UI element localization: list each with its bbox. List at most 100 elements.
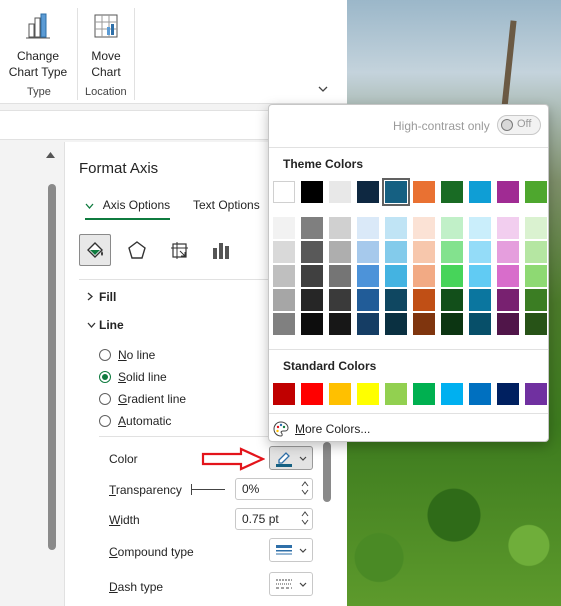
theme-shade-swatch[interactable]	[329, 289, 351, 311]
theme-shade-swatch[interactable]	[441, 265, 463, 287]
theme-color-swatch[interactable]	[469, 181, 491, 203]
theme-shade-swatch[interactable]	[273, 265, 295, 287]
theme-shade-swatch[interactable]	[301, 289, 323, 311]
theme-shade-swatch[interactable]	[497, 265, 519, 287]
move-chart-button[interactable]: Move Chart	[84, 12, 128, 80]
theme-shade-swatch[interactable]	[469, 217, 491, 239]
spin-arrows-icon[interactable]	[301, 510, 309, 529]
effects-pentagon-icon[interactable]	[121, 234, 153, 266]
size-properties-icon[interactable]	[163, 234, 195, 266]
theme-shade-swatch[interactable]	[469, 265, 491, 287]
high-contrast-toggle[interactable]: Off	[497, 115, 541, 135]
theme-color-swatch[interactable]	[382, 178, 410, 206]
theme-shade-swatch[interactable]	[525, 289, 547, 311]
theme-shade-swatch[interactable]	[469, 289, 491, 311]
theme-shade-swatch[interactable]	[357, 241, 379, 263]
theme-shade-swatch[interactable]	[497, 241, 519, 263]
theme-shade-swatch[interactable]	[525, 241, 547, 263]
theme-shade-swatch[interactable]	[273, 289, 295, 311]
standard-color-swatch[interactable]	[413, 383, 435, 405]
scroll-up-icon[interactable]	[46, 150, 55, 160]
theme-shade-swatch[interactable]	[329, 217, 351, 239]
theme-shade-swatch[interactable]	[357, 313, 379, 335]
tab-axis-options[interactable]: Axis Options	[85, 198, 171, 220]
theme-shade-swatch[interactable]	[329, 241, 351, 263]
standard-color-swatch[interactable]	[469, 383, 491, 405]
theme-color-swatch[interactable]	[301, 181, 323, 203]
theme-shade-swatch[interactable]	[441, 313, 463, 335]
theme-shade-swatch[interactable]	[441, 241, 463, 263]
standard-color-swatch[interactable]	[385, 383, 407, 405]
theme-shade-swatch[interactable]	[497, 217, 519, 239]
theme-color-swatch[interactable]	[273, 181, 295, 203]
theme-color-swatch[interactable]	[357, 181, 379, 203]
standard-color-swatch[interactable]	[497, 383, 519, 405]
more-colors-button[interactable]: More Colors...	[273, 421, 370, 437]
spin-arrows-icon[interactable]	[301, 480, 309, 499]
section-fill[interactable]: Fill	[87, 290, 116, 304]
radio-solid-line[interactable]: Solid line	[99, 370, 167, 384]
pane-scrollbar[interactable]	[323, 442, 331, 502]
theme-color-swatch[interactable]	[441, 181, 463, 203]
radio-gradient-line[interactable]: Gradient line	[99, 392, 186, 406]
chevron-down-icon[interactable]	[318, 84, 328, 96]
standard-color-swatch[interactable]	[525, 383, 547, 405]
theme-shade-swatch[interactable]	[525, 217, 547, 239]
standard-color-swatch[interactable]	[301, 383, 323, 405]
theme-color-swatch[interactable]	[497, 181, 519, 203]
theme-color-swatch[interactable]	[413, 181, 435, 203]
theme-shade-swatch[interactable]	[273, 217, 295, 239]
theme-shade-swatch[interactable]	[413, 289, 435, 311]
change-chart-type-button[interactable]: Change Chart Type	[8, 12, 68, 80]
theme-shade-swatch[interactable]	[497, 313, 519, 335]
transparency-input[interactable]: 0%	[235, 478, 313, 500]
standard-color-swatch[interactable]	[441, 383, 463, 405]
vertical-scrollbar[interactable]	[48, 184, 56, 550]
theme-shade-swatch[interactable]	[525, 313, 547, 335]
standard-color-swatch[interactable]	[273, 383, 295, 405]
theme-shade-swatch[interactable]	[525, 265, 547, 287]
theme-shade-swatch[interactable]	[329, 313, 351, 335]
transparency-slider[interactable]	[191, 484, 225, 495]
standard-color-swatch[interactable]	[329, 383, 351, 405]
axis-options-bars-icon[interactable]	[205, 234, 237, 266]
compound-type-dropdown[interactable]	[269, 538, 313, 562]
theme-shade-swatch[interactable]	[469, 241, 491, 263]
theme-shade-swatch[interactable]	[357, 289, 379, 311]
theme-shade-swatch[interactable]	[385, 265, 407, 287]
theme-shade-swatch[interactable]	[497, 289, 519, 311]
theme-shade-swatch[interactable]	[385, 313, 407, 335]
theme-shade-swatch[interactable]	[413, 313, 435, 335]
radio-automatic[interactable]: Automatic	[99, 414, 171, 428]
section-line[interactable]: Line	[87, 318, 124, 332]
theme-shade-swatch[interactable]	[385, 241, 407, 263]
theme-shade-swatch[interactable]	[329, 265, 351, 287]
width-input[interactable]: 0.75 pt	[235, 508, 313, 530]
theme-shade-swatch[interactable]	[301, 217, 323, 239]
theme-shade-swatch[interactable]	[357, 217, 379, 239]
theme-color-swatch[interactable]	[329, 181, 351, 203]
tab-text-options[interactable]: Text Options	[193, 198, 260, 212]
theme-shade-swatch[interactable]	[441, 217, 463, 239]
theme-shade-swatch[interactable]	[301, 241, 323, 263]
theme-shade-swatch[interactable]	[469, 313, 491, 335]
theme-shade-swatch[interactable]	[301, 313, 323, 335]
theme-shade-swatch[interactable]	[413, 241, 435, 263]
fill-line-icon[interactable]	[79, 234, 111, 266]
theme-shade-swatch[interactable]	[301, 265, 323, 287]
standard-color-swatch[interactable]	[357, 383, 379, 405]
theme-shade-swatch[interactable]	[273, 241, 295, 263]
outline-color-dropdown[interactable]	[269, 446, 313, 470]
theme-shade-swatch[interactable]	[273, 313, 295, 335]
radio-no-line[interactable]: No line	[99, 348, 155, 362]
theme-color-swatch[interactable]	[525, 181, 547, 203]
theme-shade-swatch[interactable]	[413, 265, 435, 287]
theme-shade-swatch[interactable]	[385, 289, 407, 311]
theme-shade-swatch[interactable]	[413, 217, 435, 239]
theme-shade-swatch[interactable]	[357, 265, 379, 287]
dash-type-dropdown[interactable]	[269, 572, 313, 596]
chevron-down-icon	[299, 580, 307, 589]
theme-shade-swatch[interactable]	[441, 289, 463, 311]
move-chart-icon	[94, 14, 118, 38]
theme-shade-swatch[interactable]	[385, 217, 407, 239]
